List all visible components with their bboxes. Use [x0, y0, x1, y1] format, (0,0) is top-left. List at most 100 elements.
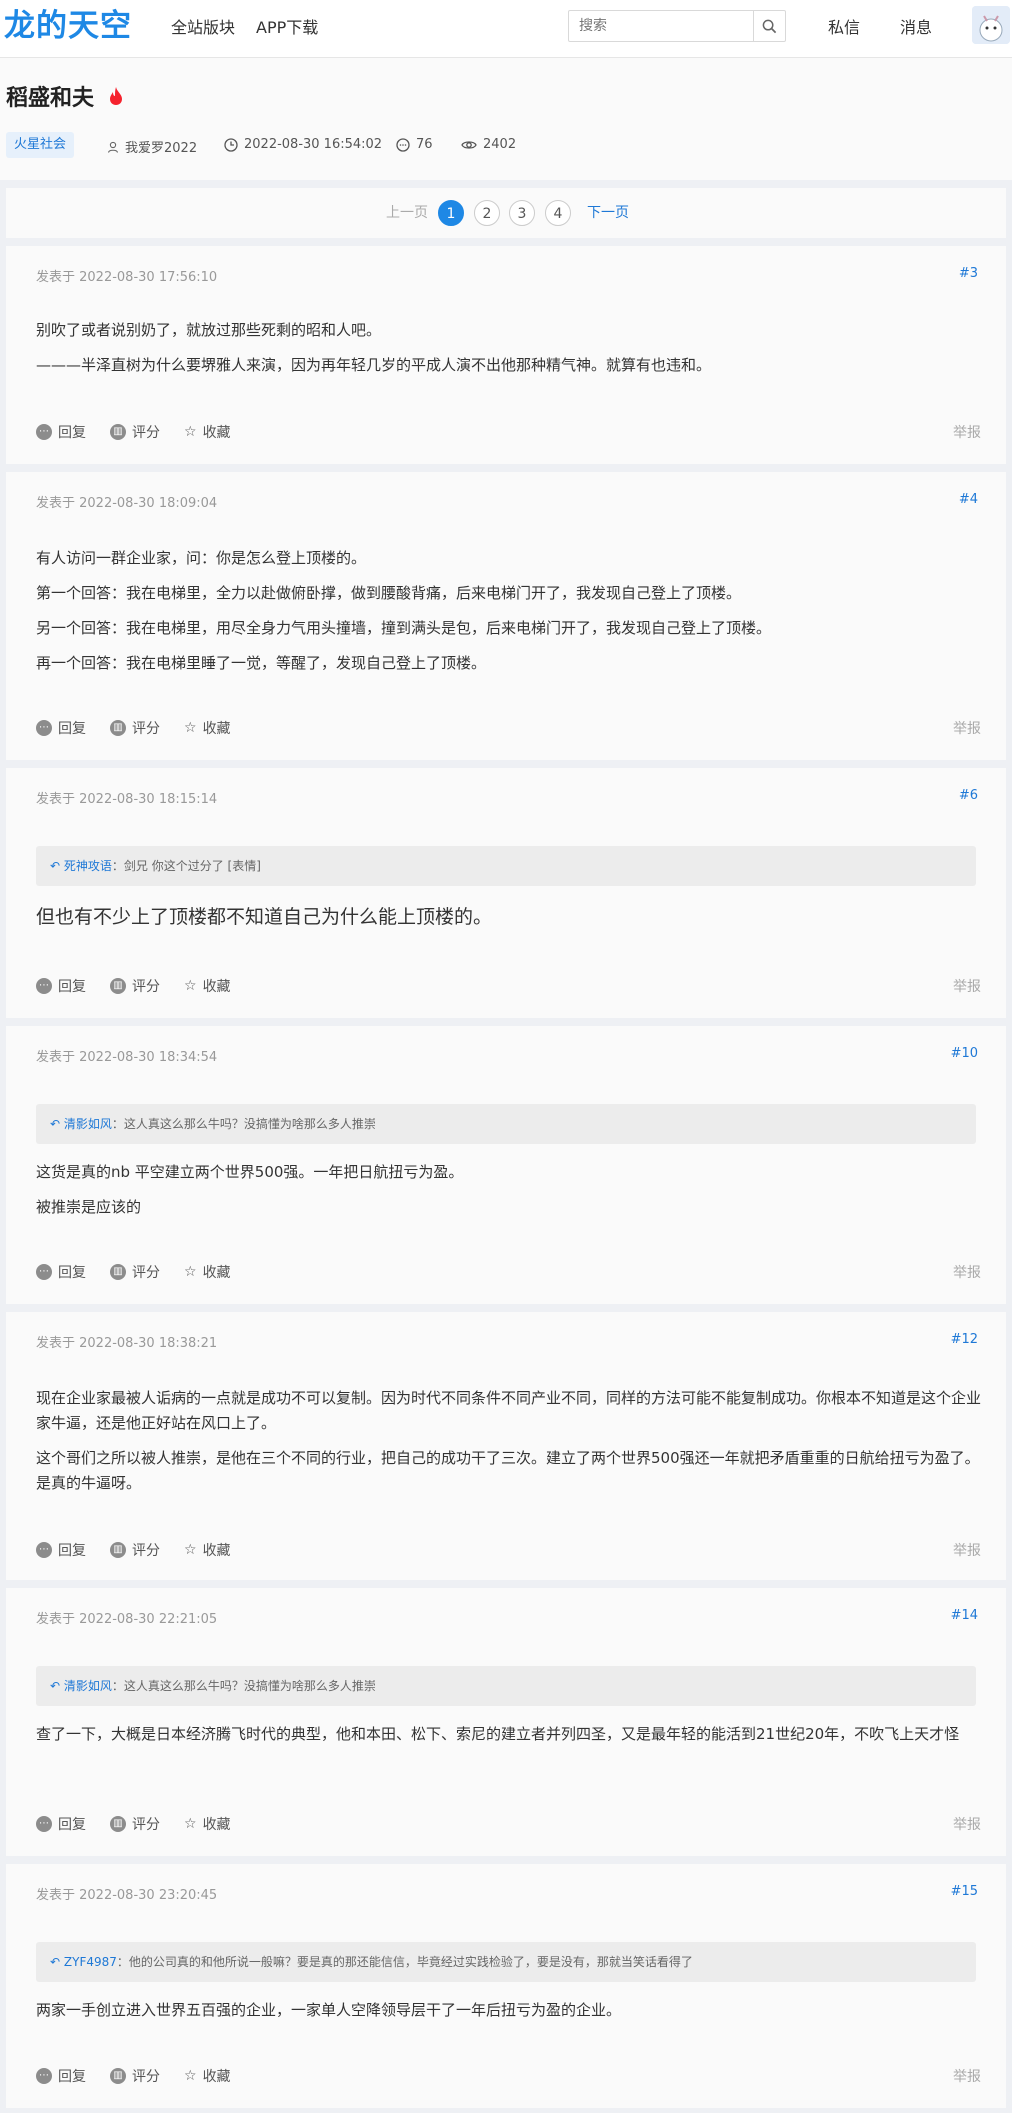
post-actions: ⋯ 回复 ▥ 评分 ☆ 收藏 举报	[36, 422, 981, 444]
post-actions: ⋯ 回复 ▥ 评分 ☆ 收藏 举报	[36, 1814, 981, 1836]
favorite-label: 收藏	[202, 1265, 231, 1281]
rate-label: 评分	[132, 425, 160, 441]
post-floor[interactable]: #12	[951, 1332, 978, 1347]
post: 发表于 2022-08-30 22:21:05 #14 ↶ 清影如风：这人真这么…	[6, 1588, 1006, 1856]
quote-block: ↶ ZYF4987：他的公司真的和他所说一般嘛？要是真的那还能信信，毕竟经过实践…	[36, 1942, 976, 1982]
quote-user[interactable]: 死神攻语	[64, 859, 112, 873]
post-date: 发表于 2022-08-30 18:15:14	[36, 792, 218, 807]
rate-label: 评分	[132, 979, 160, 995]
rate-icon: ▥	[110, 1264, 126, 1280]
thread-author[interactable]: 我爱罗2022	[107, 137, 197, 156]
quote-user[interactable]: ZYF4987	[64, 1955, 117, 1969]
post-floor[interactable]: #14	[951, 1608, 978, 1623]
favorite-button[interactable]: ☆ 收藏	[184, 1540, 231, 1560]
reply-button[interactable]: ⋯ 回复	[36, 976, 86, 996]
nav-all-boards[interactable]: 全站版块	[171, 14, 235, 38]
rate-label: 评分	[132, 2069, 160, 2085]
favorite-button[interactable]: ☆ 收藏	[184, 1262, 231, 1282]
favorite-button[interactable]: ☆ 收藏	[184, 976, 231, 996]
nav-app-download[interactable]: APP下载	[256, 14, 318, 38]
notifications-link[interactable]: 消息	[900, 14, 932, 38]
thread-title: 稻盛和夫	[6, 86, 95, 111]
post-floor[interactable]: #4	[959, 492, 978, 507]
favorite-button[interactable]: ☆ 收藏	[184, 718, 231, 738]
site-logo[interactable]: 龙的天空	[4, 6, 138, 46]
category-tag[interactable]: 火星社会	[6, 132, 75, 158]
post-actions: ⋯ 回复 ▥ 评分 ☆ 收藏 举报	[36, 1262, 981, 1284]
page-4[interactable]: 4	[545, 200, 571, 226]
rate-button[interactable]: ▥ 评分	[110, 1540, 160, 1560]
rate-button[interactable]: ▥ 评分	[110, 422, 160, 442]
favorite-label: 收藏	[202, 1543, 231, 1559]
post-paragraph: 再一个回答：我在电梯里睡了一觉，等醒了，发现自己登上了顶楼。	[36, 654, 487, 672]
rate-button[interactable]: ▥ 评分	[110, 2066, 160, 2086]
rate-button[interactable]: ▥ 评分	[110, 1814, 160, 1834]
rate-label: 评分	[132, 1817, 160, 1833]
user-avatar[interactable]	[972, 6, 1010, 44]
page-1[interactable]: 1	[438, 200, 464, 226]
report-button[interactable]: 举报	[953, 1814, 981, 1834]
user-icon	[107, 141, 119, 153]
private-messages-link[interactable]: 私信	[828, 14, 860, 38]
reply-icon: ⋯	[36, 978, 52, 994]
view-count-text: 2402	[483, 137, 517, 152]
post-date: 发表于 2022-08-30 18:38:21	[36, 1336, 218, 1351]
favorite-button[interactable]: ☆ 收藏	[184, 2066, 231, 2086]
post-paragraph: 但也有不少上了顶楼都不知道自己为什么能上顶楼的。	[36, 906, 493, 928]
report-button[interactable]: 举报	[953, 1540, 981, 1560]
quote-text: 他的公司真的和他所说一般嘛？要是真的那还能信信，毕竟经过实践检验了，要是没有，那…	[128, 1955, 693, 1969]
report-button[interactable]: 举报	[953, 422, 981, 442]
favorite-label: 收藏	[202, 721, 231, 737]
post-content: 这货是真的nb 平空建立两个世界500强。一年把日航扭亏为盈。 被推崇是应该的	[36, 1160, 986, 1230]
rate-label: 评分	[132, 1265, 160, 1281]
report-button[interactable]: 举报	[953, 976, 981, 996]
reply-button[interactable]: ⋯ 回复	[36, 1540, 86, 1560]
reply-icon: ⋯	[36, 1264, 52, 1280]
post-floor[interactable]: #15	[951, 1884, 978, 1899]
reply-button[interactable]: ⋯ 回复	[36, 422, 86, 442]
post-paragraph: 第一个回答：我在电梯里，全力以赴做俯卧撑，做到腰酸背痛，后来电梯门开了，我发现自…	[36, 584, 742, 602]
search-button[interactable]	[753, 11, 785, 41]
pagination: 上一页 1 2 3 4 下一页	[6, 188, 1006, 238]
quote-user[interactable]: 清影如风	[64, 1117, 112, 1131]
quote-arrow-icon: ↶	[50, 1955, 61, 1969]
post-floor[interactable]: #3	[959, 266, 978, 281]
next-page[interactable]: 下一页	[587, 200, 629, 226]
report-button[interactable]: 举报	[953, 1262, 981, 1282]
star-icon: ☆	[184, 1816, 197, 1832]
reply-label: 回复	[58, 425, 86, 441]
post-floor[interactable]: #10	[951, 1046, 978, 1061]
post-content: 别吹了或者说别奶了，就放过那些死剩的昭和人吧。 ———半泽直树为什么要堺雅人来演…	[36, 318, 986, 388]
rate-button[interactable]: ▥ 评分	[110, 718, 160, 738]
star-icon: ☆	[184, 1542, 197, 1558]
quote-user[interactable]: 清影如风	[64, 1679, 112, 1693]
favorite-button[interactable]: ☆ 收藏	[184, 1814, 231, 1834]
report-button[interactable]: 举报	[953, 718, 981, 738]
reply-button[interactable]: ⋯ 回复	[36, 1262, 86, 1282]
reply-button[interactable]: ⋯ 回复	[36, 718, 86, 738]
reply-button[interactable]: ⋯ 回复	[36, 2066, 86, 2086]
quote-block: ↶ 清影如风：这人真这么那么牛吗？没搞懂为啥那么多人推崇	[36, 1666, 976, 1706]
page-2[interactable]: 2	[474, 200, 500, 226]
star-icon: ☆	[184, 978, 197, 994]
comment-icon	[396, 137, 410, 152]
prev-page[interactable]: 上一页	[386, 200, 428, 226]
reply-label: 回复	[58, 2069, 86, 2085]
search-input[interactable]	[569, 11, 753, 41]
star-icon: ☆	[184, 2068, 197, 2084]
report-button[interactable]: 举报	[953, 2066, 981, 2086]
thread-meta: 火星社会 我爱罗2022 2022-08-30 16:54:02 76 2402	[6, 132, 1006, 158]
rate-icon: ▥	[110, 1816, 126, 1832]
favorite-button[interactable]: ☆ 收藏	[184, 422, 231, 442]
quote-text: 这人真这么那么牛吗？没搞懂为啥那么多人推崇	[123, 1679, 376, 1693]
rate-button[interactable]: ▥ 评分	[110, 1262, 160, 1282]
rate-button[interactable]: ▥ 评分	[110, 976, 160, 996]
reply-label: 回复	[58, 721, 86, 737]
hot-flame-icon	[110, 87, 122, 105]
reply-button[interactable]: ⋯ 回复	[36, 1814, 86, 1834]
author-name: 我爱罗2022	[125, 141, 198, 156]
quote-block: ↶ 死神攻语：剑兄 你这个过分了 [表情]	[36, 846, 976, 886]
post-floor[interactable]: #6	[959, 788, 978, 803]
page-3[interactable]: 3	[509, 200, 535, 226]
reply-label: 回复	[58, 1543, 86, 1559]
